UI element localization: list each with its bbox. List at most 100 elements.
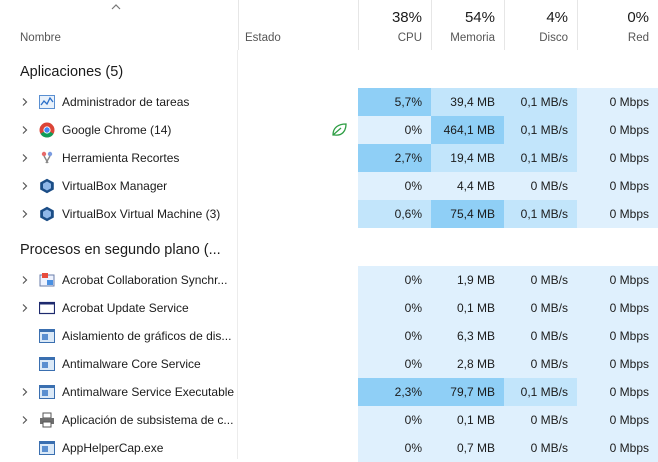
network-value: 0 Mbps [577, 322, 658, 350]
chevron-right-icon[interactable] [20, 415, 30, 425]
column-status-label: Estado [245, 32, 281, 44]
disk-value: 0 MB/s [504, 266, 577, 294]
disk-value: 0 MB/s [504, 434, 577, 462]
network-value: 0 Mbps [577, 266, 658, 294]
chevron-right-icon[interactable] [20, 275, 30, 285]
disk-value: 0,1 MB/s [504, 144, 577, 172]
column-status[interactable]: Estado [238, 0, 358, 50]
process-row[interactable]: AppHelperCap.exe 0% 0,7 MB 0 MB/s 0 Mbps [0, 434, 658, 462]
cpu-total: 38% [391, 9, 422, 26]
section-background-title: Procesos en segundo plano (... [20, 242, 221, 258]
cpu-value: 0% [358, 172, 431, 200]
process-name: Antimalware Service Executable [62, 385, 235, 399]
column-disk[interactable]: 4% Disco [504, 0, 577, 50]
network-value: 0 Mbps [577, 406, 658, 434]
service-icon [39, 328, 55, 344]
process-name: Administrador de tareas [62, 95, 190, 109]
memory-value: 75,4 MB [431, 200, 504, 228]
chevron-right-icon[interactable] [20, 387, 30, 397]
process-row[interactable]: Herramienta Recortes 2,7% 19,4 MB 0,1 MB/s 0… [0, 144, 658, 172]
memory-value: 4,4 MB [431, 172, 504, 200]
cpu-value: 0% [358, 434, 431, 462]
memory-value: 1,9 MB [431, 266, 504, 294]
snipping-tool-icon [39, 150, 55, 166]
service-icon [39, 356, 55, 372]
process-name: Antimalware Core Service [62, 357, 201, 371]
column-memory[interactable]: 54% Memoria [431, 0, 504, 50]
column-memory-label: Memoria [450, 32, 495, 44]
network-value: 0 Mbps [577, 378, 658, 406]
cpu-value: 2,3% [358, 378, 431, 406]
disk-value: 0 MB/s [504, 172, 577, 200]
disk-total: 4% [546, 9, 568, 26]
memory-value: 0,1 MB [431, 294, 504, 322]
virtualbox-icon [39, 178, 55, 194]
cpu-value: 0% [358, 294, 431, 322]
chevron-right-icon[interactable] [20, 125, 30, 135]
memory-value: 464,1 MB [431, 116, 504, 144]
memory-value: 39,4 MB [431, 88, 504, 116]
column-cpu[interactable]: 38% CPU [358, 0, 431, 50]
network-value: 0 Mbps [577, 434, 658, 462]
process-row[interactable]: Antimalware Service Executable 2,3% 79,7 M… [0, 378, 658, 406]
cpu-value: 0% [358, 322, 431, 350]
process-row[interactable]: Acrobat Update Service 0% 0,1 MB 0 MB/s 0 Mb… [0, 294, 658, 322]
network-value: 0 Mbps [577, 88, 658, 116]
process-name: Aplicación de subsistema de c... [62, 413, 234, 427]
chevron-right-icon[interactable] [20, 209, 30, 219]
column-disk-label: Disco [539, 32, 568, 44]
process-row[interactable]: VirtualBox Manager 0% 4,4 MB 0 MB/s 0 Mbps [0, 172, 658, 200]
network-value: 0 Mbps [577, 144, 658, 172]
network-value: 0 Mbps [577, 116, 658, 144]
process-row[interactable]: Acrobat Collaboration Synchr... 0% 1,9 MB 0… [0, 266, 658, 294]
process-name: Acrobat Collaboration Synchr... [62, 273, 228, 287]
section-apps-title: Aplicaciones (5) [20, 64, 124, 80]
memory-value: 2,8 MB [431, 350, 504, 378]
cpu-value: 0% [358, 266, 431, 294]
process-row[interactable]: Aislamiento de gráficos de dis... 0% 6,3 M… [0, 322, 658, 350]
cpu-value: 2,7% [358, 144, 431, 172]
process-name: AppHelperCap.exe [62, 441, 164, 455]
chevron-right-icon[interactable] [20, 181, 30, 191]
chevron-right-icon[interactable] [20, 303, 30, 313]
network-value: 0 Mbps [577, 294, 658, 322]
memory-value: 0,1 MB [431, 406, 504, 434]
process-name: Herramienta Recortes [62, 151, 180, 165]
task-manager-icon [39, 94, 55, 110]
memory-value: 0,7 MB [431, 434, 504, 462]
cpu-value: 0,6% [358, 200, 431, 228]
virtualbox-icon [39, 206, 55, 222]
process-name: Google Chrome (14) [62, 123, 172, 137]
chevron-right-icon[interactable] [20, 153, 30, 163]
network-total: 0% [627, 9, 649, 26]
disk-value: 0,1 MB/s [504, 116, 577, 144]
disk-value: 0 MB/s [504, 406, 577, 434]
column-name[interactable]: Nombre [0, 0, 238, 50]
chevron-right-icon[interactable] [20, 97, 30, 107]
window-icon [38, 300, 56, 316]
disk-value: 0 MB/s [504, 322, 577, 350]
cpu-value: 0% [358, 406, 431, 434]
process-row[interactable]: VirtualBox Virtual Machine (3) 0,6% 75,4 M… [0, 200, 658, 228]
network-value: 0 Mbps [577, 350, 658, 378]
process-name: VirtualBox Virtual Machine (3) [62, 207, 221, 221]
disk-value: 0 MB/s [504, 294, 577, 322]
disk-value: 0 MB/s [504, 350, 577, 378]
memory-total: 54% [464, 9, 495, 26]
disk-value: 0,1 MB/s [504, 200, 577, 228]
process-row[interactable]: Administrador de tareas 5,7% 39,4 MB 0,1 MB… [0, 88, 658, 116]
process-row[interactable]: Aplicación de subsistema de c... 0% 0,1 MB… [0, 406, 658, 434]
memory-value: 19,4 MB [431, 144, 504, 172]
printer-icon [39, 412, 55, 428]
process-name: VirtualBox Manager [62, 179, 168, 193]
process-name: Acrobat Update Service [62, 301, 189, 315]
disk-value: 0,1 MB/s [504, 378, 577, 406]
efficiency-mode-leaf-icon [332, 123, 347, 136]
chrome-icon [39, 122, 55, 138]
column-cpu-label: CPU [397, 32, 422, 44]
service-icon [39, 384, 55, 400]
process-row[interactable]: Antimalware Core Service 0% 2,8 MB 0 MB/s 0 … [0, 350, 658, 378]
process-row[interactable]: Google Chrome (14) 0% 464,1 MB 0,1 MB/s 0 Mb… [0, 116, 658, 144]
cpu-value: 0% [358, 350, 431, 378]
column-network[interactable]: 0% Red [577, 0, 658, 50]
